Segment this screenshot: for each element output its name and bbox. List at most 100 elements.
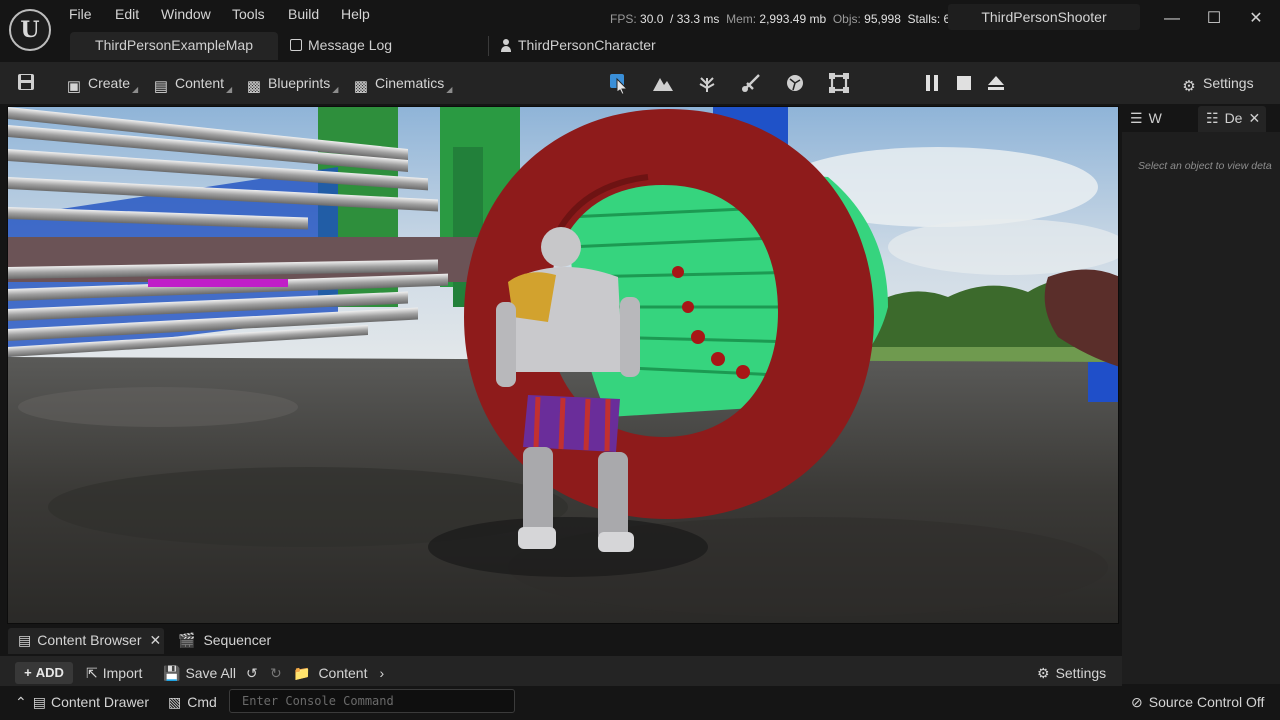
select-mode-icon[interactable]: [606, 70, 632, 96]
objs-label: Objs:: [832, 12, 861, 26]
back-icon[interactable]: ↺: [246, 660, 258, 686]
content-label: Content: [175, 75, 225, 91]
cinematics-icon: ▩: [353, 78, 369, 95]
tab-details[interactable]: ☷ De ✕: [1198, 106, 1266, 132]
save-all-label: Save All: [185, 665, 237, 681]
list-icon: ☰: [1130, 110, 1143, 126]
mesh-paint-mode-icon[interactable]: [738, 70, 764, 96]
import-label: Import: [102, 665, 143, 681]
import-icon: ⇱: [86, 665, 98, 681]
import-button[interactable]: ⇱ Import: [86, 660, 142, 686]
logo-glyph: U: [20, 17, 40, 43]
create-icon: ▣: [66, 78, 82, 95]
blueprints-label: Blueprints: [268, 75, 331, 91]
modeling-mode-icon[interactable]: [826, 70, 852, 96]
cmd-label: Cmd: [187, 694, 217, 710]
plus-icon: +: [24, 665, 32, 680]
save-all-button[interactable]: 💾 Save All: [163, 660, 236, 686]
content-settings-label: Settings: [1055, 665, 1107, 681]
fps-label: FPS:: [610, 12, 637, 26]
tab-sequencer-label: Sequencer: [203, 632, 272, 648]
fps-value: 30.0: [640, 12, 664, 26]
content-settings-gear-icon: ⚙: [1037, 665, 1050, 681]
tab-details-label: De: [1224, 110, 1243, 126]
foliage-mode-icon[interactable]: [694, 70, 720, 96]
tab-character[interactable]: ThirdPersonCharacter: [486, 32, 670, 60]
sequencer-icon: 🎬: [178, 632, 196, 648]
viewport-scene: [8, 107, 1118, 623]
forward-icon[interactable]: ↻: [270, 660, 282, 686]
maximize-icon[interactable]: ☐: [1203, 8, 1225, 30]
stop-icon[interactable]: [952, 70, 976, 96]
create-button[interactable]: ▣ Create ◢: [65, 70, 138, 96]
sliders-icon: ☷: [1206, 110, 1219, 126]
content-drawer-label: Content Drawer: [50, 694, 150, 710]
menu-file[interactable]: File: [69, 6, 92, 22]
settings-button[interactable]: ⚙ Settings: [1180, 70, 1254, 96]
cmd-button[interactable]: ▧ Cmd: [168, 690, 217, 714]
settings-label: Settings: [1203, 75, 1254, 91]
save-icon[interactable]: [16, 72, 36, 92]
perf-stats: FPS: 30.0 / 33.3 ms Mem: 2,993.49 mb Obj…: [610, 12, 950, 26]
create-label: Create: [88, 75, 131, 91]
landscape-mode-icon[interactable]: [650, 70, 676, 96]
menu-window[interactable]: Window: [161, 6, 211, 22]
path-content-button[interactable]: 📁 Content ›: [293, 660, 384, 686]
unreal-logo[interactable]: U: [9, 9, 51, 51]
add-label: ADD: [35, 665, 64, 680]
objs-value: 95,998: [864, 12, 901, 26]
tab-content-browser[interactable]: ▤ Content Browser ✕: [8, 628, 164, 654]
content-icon: ▤: [153, 78, 169, 95]
tab-details-close-icon[interactable]: ✕: [1248, 110, 1260, 126]
frame-time: / 33.3 ms: [670, 12, 720, 26]
mem-label: Mem:: [726, 12, 757, 26]
tab-world-label: W: [1148, 110, 1162, 126]
message-log-icon: [290, 39, 302, 51]
tab-message-log-label: Message Log: [308, 37, 393, 53]
cinematics-button[interactable]: ▩ Cinematics ◢: [352, 70, 453, 96]
create-caret-icon: ◢: [132, 85, 139, 94]
tab-message-log[interactable]: Message Log: [276, 32, 406, 60]
menu-tools[interactable]: Tools: [232, 6, 265, 22]
source-control-button[interactable]: ⊘ Source Control Off: [1131, 690, 1264, 714]
content-drawer-button[interactable]: ⌃ ▤ Content Drawer: [15, 690, 149, 714]
eject-icon[interactable]: [984, 70, 1008, 96]
path-chevron-right-icon[interactable]: ›: [379, 665, 384, 681]
chevron-up-icon: ⌃: [15, 694, 27, 710]
content-button[interactable]: ▤ Content ◢: [152, 70, 232, 96]
tab-character-label: ThirdPersonCharacter: [518, 37, 656, 53]
level-viewport[interactable]: [7, 106, 1119, 624]
details-panel: [1122, 106, 1280, 684]
folder-icon: 📁: [293, 665, 311, 681]
details-empty-hint: Select an object to view details.: [1138, 160, 1272, 172]
cinematics-label: Cinematics: [375, 75, 445, 91]
tab-world-outliner[interactable]: ☰ W: [1130, 106, 1194, 130]
mem-value: 2,993.49 mb: [759, 12, 827, 26]
gear-icon: ⚙: [1182, 78, 1196, 95]
stalls-value: Stalls: 6: [907, 12, 951, 26]
cinematics-caret-icon: ◢: [446, 85, 453, 94]
close-icon[interactable]: ✕: [1245, 8, 1267, 30]
path-content-label: Content: [318, 665, 368, 681]
blueprints-button[interactable]: ▩ Blueprints ◢: [245, 70, 339, 96]
console-command-input[interactable]: [229, 689, 515, 713]
menu-help[interactable]: Help: [341, 6, 370, 22]
tab-map[interactable]: ThirdPersonExampleMap: [70, 32, 278, 60]
terminal-icon: ▧: [168, 694, 182, 710]
source-control-off-icon: ⊘: [1131, 694, 1143, 710]
menu-build[interactable]: Build: [288, 6, 319, 22]
minimize-icon[interactable]: —: [1161, 8, 1183, 30]
blueprints-icon: ▩: [246, 78, 262, 95]
tab-content-browser-close-icon[interactable]: ✕: [150, 632, 162, 648]
source-control-label: Source Control Off: [1148, 694, 1265, 710]
pause-icon[interactable]: [920, 70, 944, 96]
tab-sequencer[interactable]: 🎬 Sequencer: [178, 628, 271, 654]
fracture-mode-icon[interactable]: [782, 70, 808, 96]
save-all-icon: 💾: [163, 665, 181, 681]
content-settings-button[interactable]: ⚙ Settings: [1037, 660, 1106, 686]
add-button[interactable]: + ADD: [15, 662, 73, 684]
menu-edit[interactable]: Edit: [115, 6, 139, 22]
content-browser-icon: ▤: [18, 632, 32, 648]
drawer-icon: ▤: [32, 694, 46, 710]
project-name: ThirdPersonShooter: [948, 4, 1140, 30]
